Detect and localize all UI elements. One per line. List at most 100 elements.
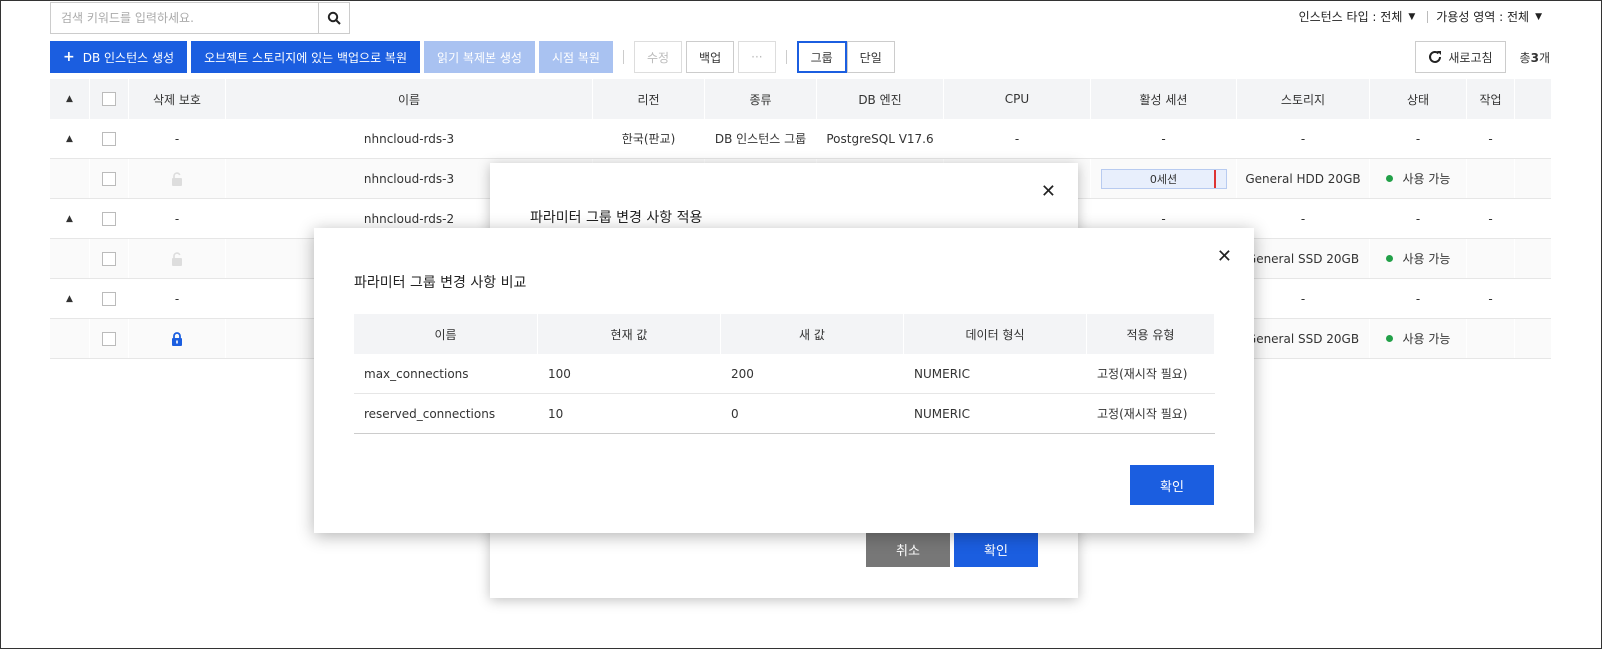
header-engine[interactable]: DB 엔진 [817,79,944,119]
triangle-up-icon: ▲ [66,293,73,304]
more-button[interactable]: ··· [738,41,776,73]
create-instance-button[interactable]: + DB 인스턴스 생성 [50,41,188,73]
dialog-actions: 취소 확인 [866,531,1038,567]
search-input[interactable] [50,2,320,34]
row-checkbox[interactable] [102,131,116,146]
protect-cell: - [129,199,226,238]
plus-icon: + [63,49,75,65]
new-value-cell: 0 [721,394,904,433]
header-action[interactable]: 작업 [1467,79,1515,119]
apply-type-cell: 고정(재시작 필요) [1087,354,1215,393]
param-name-cell: max_connections [354,354,538,393]
unlock-icon [172,251,182,266]
storage-cell: General SSD 20GB [1237,319,1370,358]
total-count: 총3개 [1519,50,1550,65]
select-all-cell [90,79,129,119]
header-cpu[interactable]: CPU [944,79,1091,119]
group-collapse-toggle[interactable]: ▲ [50,279,90,318]
search-icon [327,11,341,25]
view-group-toggle[interactable]: 그룹 [796,41,847,73]
status-dot-icon [1385,175,1393,182]
compare-parameter-changes-dialog: ✕ 파라미터 그룹 변경 사항 비교 이름 현재 값 새 값 데이터 형식 적용… [314,228,1254,533]
unlock-icon [172,171,182,186]
select-all-checkbox[interactable] [102,92,116,106]
edit-button[interactable]: 수정 [633,41,683,73]
status-label: 사용 가능 [1402,252,1451,266]
row-checkbox[interactable] [102,291,116,306]
parameter-row: max_connections 100 200 NUMERIC 고정(재시작 필… [354,354,1215,394]
row-checkbox[interactable] [102,331,116,346]
header-type[interactable]: 종류 [705,79,817,119]
param-name-cell: reserved_connections [354,394,538,433]
table-row[interactable]: ▲ - nhncloud-rds-3 한국(판교) DB 인스턴스 그룹 Pos… [50,119,1551,159]
status-label: 사용 가능 [1402,332,1451,346]
refresh-icon [1429,50,1442,63]
header-status[interactable]: 상태 [1370,79,1467,119]
header-protect[interactable]: 삭제 보호 [129,79,226,119]
header-storage[interactable]: 스토리지 [1237,79,1370,119]
close-icon[interactable]: ✕ [1217,246,1232,267]
status-dot-icon [1385,255,1393,262]
status-label: 사용 가능 [1402,172,1451,186]
data-type-cell: NUMERIC [904,354,1087,393]
group-collapse-toggle[interactable]: ▲ [50,119,90,158]
storage-cell: - [1237,119,1370,158]
type-cell: DB 인스턴스 그룹 [705,119,817,158]
refresh-button[interactable]: 새로고침 [1415,41,1506,73]
filter-divider [1427,10,1429,23]
status-cell: - [1370,199,1467,238]
search-button[interactable] [319,2,350,34]
header-data-type: 데이터 형식 [904,314,1087,354]
triangle-up-icon: ▲ [66,94,73,104]
instance-type-filter-label: 인스턴스 타입 : 전체 [1298,10,1403,24]
status-cell: 사용 가능 [1370,239,1467,278]
confirm-button[interactable]: 확인 [1130,465,1214,505]
storage-cell: General SSD 20GB [1237,239,1370,278]
storage-cell: - [1237,279,1370,318]
lock-icon [172,331,182,346]
row-checkbox[interactable] [102,171,116,186]
refresh-label: 새로고침 [1448,50,1493,65]
triangle-up-icon: ▲ [66,133,73,144]
availability-zone-filter-label: 가용성 영역 : 전체 [1436,10,1530,24]
storage-cell: - [1237,199,1370,238]
row-checkbox[interactable] [102,251,116,266]
point-in-time-restore-button[interactable]: 시점 복원 [538,41,613,73]
close-icon[interactable]: ✕ [1041,181,1056,202]
row-checkbox[interactable] [102,211,116,226]
status-cell: - [1370,119,1467,158]
dialog-title: 파라미터 그룹 변경 사항 적용 [530,210,703,226]
new-value-cell: 200 [721,354,904,393]
parameter-table-header: 이름 현재 값 새 값 데이터 형식 적용 유형 [354,314,1215,354]
triangle-up-icon: ▲ [66,213,73,224]
restore-object-storage-button[interactable]: 오브젝트 스토리지에 있는 백업으로 복원 [191,41,421,73]
view-single-toggle[interactable]: 단일 [846,41,895,73]
instance-type-filter[interactable]: 인스턴스 타입 : 전체 ▼ [1299,8,1416,25]
collapse-all-toggle[interactable]: ▲ [50,79,90,119]
storage-cell: General HDD 20GB [1237,159,1370,198]
search-box [50,2,350,34]
parameter-row: reserved_connections 10 0 NUMERIC 고정(재시작… [354,394,1215,434]
name-cell: nhncloud-rds-3 [226,119,593,158]
header-new-value: 새 값 [721,314,904,354]
session-threshold-marker [1213,169,1216,188]
action-cell: - [1467,119,1515,158]
session-cell: 0세션 [1091,159,1237,198]
cancel-button[interactable]: 취소 [866,531,950,567]
header-name[interactable]: 이름 [226,79,593,119]
protect-cell [129,239,226,278]
status-cell: - [1370,279,1467,318]
header-region[interactable]: 리전 [593,79,705,119]
header-session[interactable]: 활성 세션 [1091,79,1237,119]
engine-cell: PostgreSQL V17.6 [817,119,944,158]
session-gauge-label: 0세션 [1149,172,1178,186]
confirm-button[interactable]: 확인 [954,531,1038,567]
cpu-cell: - [944,119,1091,158]
status-dot-icon [1385,335,1393,342]
group-collapse-toggle[interactable]: ▲ [50,199,90,238]
current-value-cell: 10 [538,394,721,433]
backup-button[interactable]: 백업 [686,41,735,73]
session-gauge: 0세션 [1100,168,1227,189]
create-read-replica-button[interactable]: 읽기 복제본 생성 [424,41,535,73]
availability-zone-filter[interactable]: 가용성 영역 : 전체 ▼ [1436,8,1542,25]
